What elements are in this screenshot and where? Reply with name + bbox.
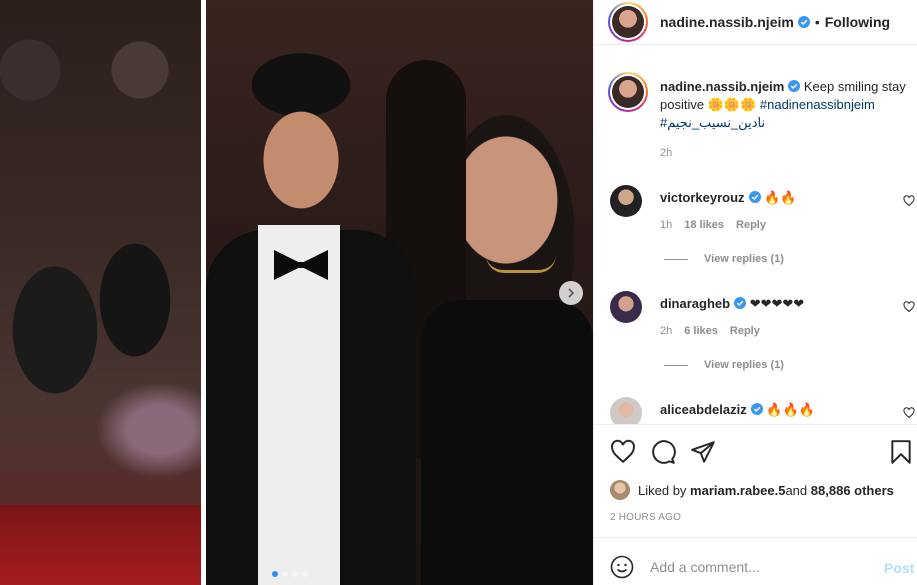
emoji-icon[interactable] (610, 555, 634, 579)
carousel-indicator (272, 571, 308, 577)
heart-icon[interactable] (610, 439, 636, 465)
replies-line (664, 364, 688, 366)
verified-badge-icon (748, 191, 761, 203)
separator-dot: • (814, 14, 820, 30)
post-comment-button[interactable]: Post (884, 560, 914, 576)
reply-button[interactable]: Reply (730, 325, 760, 337)
reply-button[interactable]: Reply (736, 219, 766, 231)
add-comment-input[interactable] (650, 552, 870, 582)
caption-avatar[interactable] (608, 72, 648, 112)
carousel-dot (272, 571, 278, 577)
post-media[interactable] (0, 0, 593, 585)
hashtag-link[interactable]: #نادين_نسيب_نجيم (660, 115, 765, 130)
comment-meta: 2h 6 likes Reply (660, 325, 760, 337)
action-bar (594, 424, 917, 480)
comment-body: 🔥🔥 (764, 190, 797, 205)
commenter-avatar[interactable] (610, 185, 642, 217)
previous-slide-photo (0, 0, 201, 585)
verified-badge-icon (734, 297, 747, 309)
comment-text: dinaragheb ❤❤❤❤❤ (660, 295, 890, 313)
current-slide-photo[interactable] (206, 0, 593, 585)
comment-likes[interactable]: 18 likes (684, 219, 724, 231)
heart-icon[interactable] (903, 301, 915, 313)
add-comment-bar: Post (594, 537, 917, 585)
carousel-dot (292, 571, 298, 577)
post-header: nadine.nassib.njeim • Following (594, 0, 917, 45)
comment-likes[interactable]: 6 likes (684, 325, 718, 337)
carousel-next-button[interactable] (559, 281, 583, 305)
view-replies-button[interactable]: View replies (1) (664, 253, 784, 265)
commenter-username[interactable]: dinaragheb (660, 296, 730, 311)
caption-username[interactable]: nadine.nassib.njeim (660, 79, 784, 94)
comment-time: 1h (660, 219, 673, 231)
red-carpet (0, 505, 201, 585)
verified-badge-icon (788, 80, 801, 92)
share-icon[interactable] (690, 439, 716, 465)
carousel-dot (302, 571, 308, 577)
hashtag-link[interactable]: #nadinenassibnjeim (760, 97, 875, 112)
liker-avatar[interactable] (610, 480, 630, 500)
comments-list[interactable]: nadine.nassib.njeim Keep smiling stay po… (594, 46, 917, 424)
heart-icon[interactable] (903, 407, 915, 419)
comment-body: ❤❤❤❤❤ (749, 296, 805, 311)
photo-necklace-shape (486, 255, 556, 273)
bookmark-icon[interactable] (888, 439, 914, 465)
likes-prefix: Liked by (638, 482, 687, 498)
post-timestamp: 2 HOURS AGO (610, 512, 682, 523)
commenter-username[interactable]: aliceabdelaziz (660, 402, 747, 417)
carousel-dot (282, 571, 288, 577)
caption-text: nadine.nassib.njeim Keep smiling stay po… (660, 78, 910, 132)
view-replies-label: View replies (1) (704, 253, 784, 265)
following-button[interactable]: Following (825, 14, 890, 30)
post-side-panel: nadine.nassib.njeim • Following nadine.n… (593, 0, 917, 585)
heart-icon[interactable] (903, 195, 915, 207)
view-replies-label: View replies (1) (704, 359, 784, 371)
liker-username[interactable]: mariam.rabee.5 (690, 483, 785, 498)
verified-badge-icon (750, 403, 763, 415)
comment-body: 🔥🔥🔥 (766, 402, 815, 417)
comment-text: aliceabdelaziz 🔥🔥🔥 (660, 401, 890, 419)
commenter-username[interactable]: victorkeyrouz (660, 190, 745, 205)
likes-connector: and (785, 482, 808, 498)
caption-timestamp: 2h (660, 147, 673, 159)
commenter-avatar[interactable] (610, 291, 642, 323)
replies-line (664, 258, 688, 260)
photo-dress-shape (421, 300, 593, 585)
comment-meta: 1h 18 likes Reply (660, 219, 766, 231)
chevron-right-icon (568, 288, 575, 298)
author-avatar[interactable] (608, 2, 648, 42)
likes-summary: Liked by mariam.rabee.5 and 88,886 other… (610, 480, 894, 500)
commenter-avatar[interactable] (610, 397, 642, 424)
likes-others-link[interactable]: 88,886 others (811, 483, 894, 498)
author-username[interactable]: nadine.nassib.njeim (660, 14, 794, 30)
verified-badge-icon (797, 16, 810, 28)
comment-time: 2h (660, 325, 673, 337)
comment-icon[interactable] (650, 439, 676, 465)
comment-text: victorkeyrouz 🔥🔥 (660, 189, 890, 207)
view-replies-button[interactable]: View replies (1) (664, 359, 784, 371)
